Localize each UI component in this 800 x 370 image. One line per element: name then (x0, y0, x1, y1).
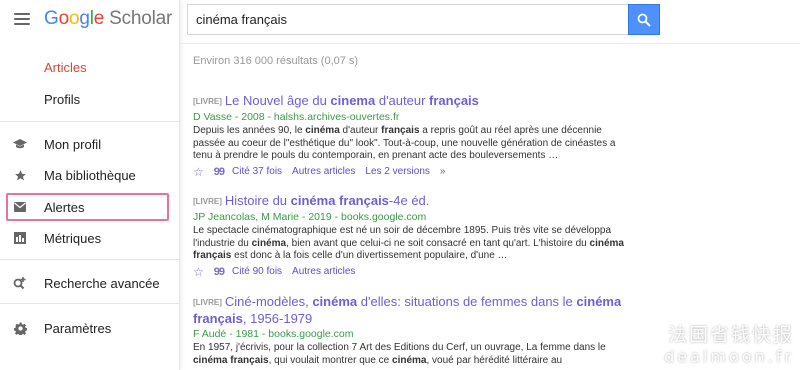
sidebar-item-label: Recherche avancée (44, 275, 160, 291)
google-scholar-logo[interactable]: Google Scholar (44, 8, 172, 30)
title-text: français (429, 93, 479, 108)
star-icon (13, 168, 27, 182)
related-articles-link[interactable]: Autres articles (292, 166, 355, 177)
save-star-icon[interactable]: ☆ (193, 165, 204, 179)
title-text: d'auteur (375, 93, 430, 108)
sidebar-item-profils[interactable]: Profils (44, 92, 80, 107)
result-actions: ☆ 99 Cité 90 fois Autres articles (193, 265, 633, 279)
title-text: Histoire du (224, 193, 291, 208)
results-stats: Environ 316 000 résultats (0,07 s) (193, 55, 359, 67)
logo-letter: e (93, 7, 105, 29)
related-articles-link[interactable]: Autres articles (292, 266, 355, 277)
sidebar: Google Scholar Articles Profils Mon profi… (0, 0, 180, 370)
snippet-text: , voué par hérédité littéraire au (426, 354, 563, 366)
cite-quote-icon[interactable]: 99 (214, 266, 225, 278)
logo-row: Google Scholar (0, 0, 179, 37)
logo-letter: G (44, 7, 59, 29)
sidebar-divider (0, 303, 180, 304)
title-text: -4e éd. (388, 193, 430, 208)
title-text: , 1956-1979 (242, 311, 313, 326)
sidebar-item-label: Paramètres (44, 320, 112, 336)
title-text: cinema (330, 93, 376, 108)
search-input[interactable] (187, 4, 628, 35)
watermark-line: dealmoon.fr (664, 347, 794, 366)
snippet-text: cinéma (305, 125, 340, 136)
sidebar-divider (0, 259, 180, 260)
snippet-text: est donc à la fois celle d'un divertisse… (231, 250, 508, 262)
sidebar-item-label: Métriques (44, 230, 102, 246)
sidebar-item-ma-bibliotheque[interactable]: Ma bibliothèque (0, 160, 180, 190)
result-snippet: En 1957, j'écrivis, pour la collection 7… (193, 342, 633, 367)
result-item: [LIVRE] Ciné-modèles, cinéma d'elles: sit… (193, 294, 633, 367)
metrics-icon (13, 231, 27, 245)
title-text: cinéma (312, 294, 358, 309)
hamburger-icon[interactable] (14, 12, 30, 25)
sidebar-item-recherche-avancee[interactable]: Recherche avancée (0, 268, 180, 298)
snippet-text: cinéma (392, 354, 427, 366)
sidebar-divider (0, 121, 180, 122)
cited-by-link[interactable]: Cité 37 fois (232, 166, 282, 177)
snippet-text: cinéma (251, 237, 287, 249)
title-text: cinéma français (290, 193, 389, 208)
result-type: [LIVRE] (193, 97, 222, 106)
title-text: Ciné-modèles, (224, 294, 313, 309)
snippet-text: d'auteur (339, 125, 382, 136)
sidebar-item-metriques[interactable]: Métriques (0, 223, 180, 253)
result-type: [LIVRE] (193, 298, 222, 307)
top-search-bar (180, 0, 800, 42)
result-title[interactable]: [LIVRE] Histoire du cinéma français-4e éd… (193, 193, 633, 210)
snippet-text: , bien avant que celui-ci ne soit consac… (286, 237, 590, 249)
cite-quote-icon[interactable]: 99 (214, 166, 225, 178)
search-button[interactable] (628, 4, 660, 35)
snippet-text: , qui voulait montrer que ce (268, 354, 393, 366)
sidebar-item-parametres[interactable]: Paramètres (0, 313, 180, 343)
versions-link[interactable]: Les 2 versions (365, 166, 429, 177)
logo-letter: g (79, 7, 90, 29)
result-meta: D Vasse - 2008 - halshs.archives-ouverte… (193, 111, 400, 123)
more-chevron-icon[interactable]: » (440, 166, 446, 177)
logo-scholar-text: Scholar (109, 7, 173, 29)
cited-by-link[interactable]: Cité 90 fois (232, 266, 282, 277)
search-icon (637, 13, 651, 27)
sidebar-item-label: Mon profil (44, 136, 102, 152)
snippet-text: Depuis les années 90, le (193, 125, 306, 136)
alertes-highlight (6, 193, 169, 221)
snippet-text: français (381, 125, 420, 136)
logo-letter: o (58, 7, 70, 29)
snippet-text: cinéma français (193, 354, 269, 366)
result-meta: JP Jeancolas, M Marie - 2019 - books.goo… (193, 211, 427, 223)
title-text: d'elles: situations de femmes dans le (357, 294, 577, 309)
result-type: [LIVRE] (193, 197, 222, 206)
result-title[interactable]: [LIVRE] Le Nouvel âge du cinema d'auteur … (193, 93, 633, 110)
result-actions: ☆ 99 Cité 37 fois Autres articles Les 2 … (193, 165, 633, 179)
result-item: [LIVRE] Le Nouvel âge du cinema d'auteur … (193, 93, 633, 179)
snippet-text: En 1957, j'écrivis, pour la collection 7… (193, 342, 606, 353)
graduation-cap-icon (13, 137, 27, 151)
title-text: Le Nouvel âge du (224, 93, 331, 108)
watermark: 法国省钱快报 dealmoon.fr (664, 320, 794, 366)
logo-letter: o (68, 7, 80, 29)
result-item: [LIVRE] Histoire du cinéma français-4e éd… (193, 193, 633, 279)
sidebar-item-articles[interactable]: Articles (44, 60, 87, 75)
watermark-line: 法国省钱快报 (667, 324, 794, 346)
advanced-search-icon (13, 276, 27, 290)
sidebar-item-label: Ma bibliothèque (44, 167, 136, 183)
settings-gear-icon (13, 321, 27, 335)
result-snippet: Depuis les années 90, le cinéma d'auteur… (193, 125, 633, 163)
sidebar-item-mon-profil[interactable]: Mon profil (0, 129, 180, 159)
result-title[interactable]: [LIVRE] Ciné-modèles, cinéma d'elles: sit… (193, 294, 633, 327)
save-star-icon[interactable]: ☆ (193, 265, 204, 279)
result-meta: F Audé - 1981 - books.google.com (193, 328, 354, 340)
header-divider (180, 43, 800, 44)
result-snippet: Le spectacle cinématographique est né un… (193, 225, 633, 263)
